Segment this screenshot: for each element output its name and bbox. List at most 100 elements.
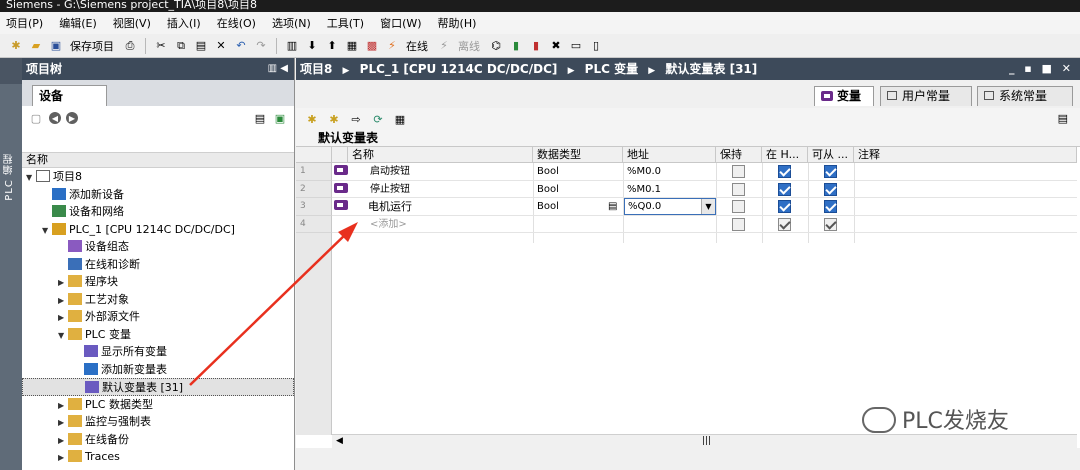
split-editor-icon[interactable]: ▥	[284, 38, 300, 54]
tab-system-constants[interactable]: 系统常量	[977, 86, 1073, 106]
tag-name-cell[interactable]: 电机运行	[368, 198, 412, 216]
horizontal-scrollbar[interactable]: ◀ |||	[332, 434, 1077, 448]
column-header-address[interactable]: 地址	[623, 147, 716, 163]
menu-tools[interactable]: 工具(T)	[327, 15, 364, 31]
column-header-comment[interactable]: 注释	[854, 147, 1077, 163]
paste-icon[interactable]: ▤	[193, 38, 209, 54]
tab-devices[interactable]: 设备	[32, 85, 107, 106]
breadcrumb-plc[interactable]: PLC_1 [CPU 1214C DC/DC/DC]	[360, 62, 558, 76]
tab-user-constants[interactable]: 用户常量	[880, 86, 972, 106]
tree-item-plc-data-types[interactable]: ▶ PLC 数据类型	[22, 396, 294, 414]
tree-item-online-diagnostics[interactable]: 在线和诊断	[22, 256, 294, 274]
panel-toggle-icon[interactable]: ▤	[1058, 112, 1068, 125]
open-project-icon[interactable]: ▰	[28, 38, 44, 54]
hmi-visible-checkbox[interactable]	[778, 182, 791, 196]
simulation-icon[interactable]: ▦	[344, 38, 360, 54]
tree-arrow[interactable]: ▶	[58, 397, 68, 415]
menu-options[interactable]: 选项(N)	[272, 15, 311, 31]
cross-reference-icon[interactable]: ✖	[548, 38, 564, 54]
tree-item-plc-tags[interactable]: ▼ PLC 变量	[22, 326, 294, 344]
tree-arrow[interactable]: ▶	[58, 449, 68, 467]
retain-checkbox[interactable]	[732, 200, 745, 213]
hmi-access-checkbox[interactable]	[824, 182, 837, 196]
tree-arrow[interactable]: ▼	[26, 169, 36, 187]
scroll-left-icon[interactable]: ◀	[336, 436, 343, 446]
column-header-hmi-access[interactable]: 可从 ...	[808, 147, 854, 163]
add-icon[interactable]: ▣	[272, 110, 288, 126]
hmi-access-checkbox[interactable]	[824, 217, 837, 231]
hmi-visible-checkbox[interactable]	[778, 217, 791, 231]
tree-arrow[interactable]: ▶	[58, 309, 68, 327]
tree-item-project8[interactable]: ▼ 项目8	[22, 168, 294, 186]
export-icon[interactable]: ⇨	[348, 111, 364, 127]
save-icon[interactable]: ▣	[48, 38, 64, 54]
delete-icon[interactable]: ✕	[213, 38, 229, 54]
copy-icon[interactable]: ⧉	[173, 38, 189, 54]
tab-tags[interactable]: 变量	[814, 86, 874, 106]
tree-item-show-all-tags[interactable]: 显示所有变量	[22, 343, 294, 361]
delete-rows-icon[interactable]: ▦	[392, 111, 408, 127]
go-online-icon[interactable]: ⚡	[384, 38, 400, 54]
start-cpu-icon[interactable]: ▮	[508, 38, 524, 54]
forward-icon[interactable]: ▶	[66, 112, 78, 124]
collapse-panel-icon[interactable]: ▥ ◀	[268, 58, 288, 80]
insert-row-icon[interactable]: ✱	[304, 111, 320, 127]
tree-item-plc1[interactable]: ▼ PLC_1 [CPU 1214C DC/DC/DC]	[22, 221, 294, 239]
retain-checkbox[interactable]	[732, 165, 745, 178]
accessible-devices-icon[interactable]: ⌬	[488, 38, 504, 54]
tree-arrow[interactable]: ▶	[58, 414, 68, 432]
menu-insert[interactable]: 插入(I)	[167, 15, 201, 31]
split-vertical-icon[interactable]: ▯	[588, 38, 604, 54]
column-header-retain[interactable]: 保持	[716, 147, 762, 163]
download-icon[interactable]: ⬇	[304, 38, 320, 54]
redo-icon[interactable]: ↷	[253, 38, 269, 54]
print-icon[interactable]: ⎙	[122, 38, 138, 54]
tree-column-header[interactable]: 名称	[22, 152, 294, 168]
tree-item-traces[interactable]: ▶ Traces	[22, 448, 294, 466]
split-horizontal-icon[interactable]: ▭	[568, 38, 584, 54]
breadcrumb-project[interactable]: 项目8	[300, 62, 332, 76]
row-number[interactable]: 2	[296, 180, 332, 198]
data-type-cell[interactable]: Bool	[537, 181, 559, 199]
side-tab-plc-programming[interactable]: PLC 编程	[2, 153, 20, 201]
tree-item-watch-force-tables[interactable]: ▶ 监控与强制表	[22, 413, 294, 431]
data-type-cell[interactable]: Bool	[537, 198, 559, 216]
data-type-cell[interactable]: Bool	[537, 163, 559, 181]
tree-item-external-sources[interactable]: ▶ 外部源文件	[22, 308, 294, 326]
column-header-hmi-visible[interactable]: 在 H...	[762, 147, 808, 163]
address-cell[interactable]: %M0.1	[627, 181, 661, 199]
tree-arrow[interactable]: ▶	[58, 274, 68, 292]
tree-item-technology-objects[interactable]: ▶ 工艺对象	[22, 291, 294, 309]
menu-window[interactable]: 窗口(W)	[380, 15, 421, 31]
column-header-name[interactable]: 名称	[348, 147, 533, 163]
tree-item-device-config[interactable]: 设备组态	[22, 238, 294, 256]
tree-arrow[interactable]: ▼	[42, 222, 52, 240]
menu-online[interactable]: 在线(O)	[217, 15, 256, 31]
start-simulation-icon[interactable]: ▩	[364, 38, 380, 54]
address-dropdown[interactable]: %Q0.0 ▼	[624, 198, 716, 215]
hmi-access-checkbox[interactable]	[824, 200, 837, 213]
undo-icon[interactable]: ↶	[233, 38, 249, 54]
add-tag-cell[interactable]: <添加>	[370, 216, 407, 234]
upload-icon[interactable]: ⬆	[324, 38, 340, 54]
hmi-access-checkbox[interactable]	[824, 165, 837, 178]
menu-edit[interactable]: 编辑(E)	[59, 15, 97, 31]
tree-item-add-tag-table[interactable]: 添加新变量表	[22, 361, 294, 379]
row-number[interactable]: 4	[296, 215, 332, 233]
tree-item-program-blocks[interactable]: ▶ 程序块	[22, 273, 294, 291]
overview-icon[interactable]: ▤	[252, 110, 268, 126]
go-offline-button[interactable]: 离线	[458, 38, 480, 54]
go-offline-icon[interactable]: ⚡	[436, 38, 452, 54]
retain-checkbox[interactable]	[732, 217, 745, 231]
tag-name-cell[interactable]: 启动按钮	[370, 163, 410, 181]
new-item-icon[interactable]: ▢	[28, 110, 44, 126]
monitor-all-icon[interactable]: ⟳	[370, 111, 386, 127]
address-picker-icon[interactable]: ▤	[608, 198, 617, 216]
tree-item-add-device[interactable]: 添加新设备	[22, 186, 294, 204]
address-cell[interactable]: %M0.0	[627, 163, 661, 181]
row-number[interactable]: 3	[296, 198, 332, 216]
breadcrumb-default-tag-table[interactable]: 默认变量表 [31]	[665, 62, 757, 76]
tree-arrow[interactable]: ▶	[58, 292, 68, 310]
tree-item-online-backups[interactable]: ▶ 在线备份	[22, 431, 294, 449]
stop-cpu-icon[interactable]: ▮	[528, 38, 544, 54]
